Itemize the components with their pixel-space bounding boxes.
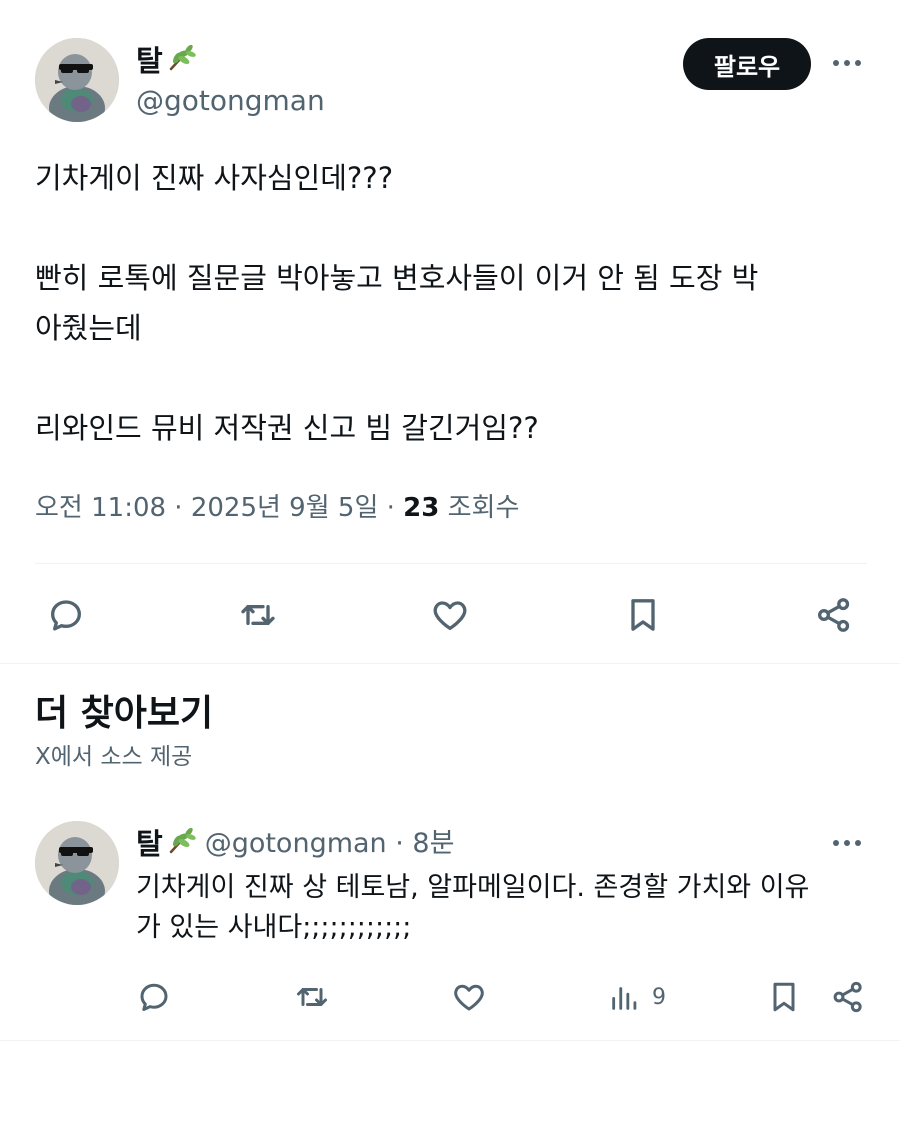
tweet-line: [35, 353, 875, 403]
reply-line: 가 있는 사내다;;;;;;;;;;;;: [136, 912, 412, 943]
retweet-icon[interactable]: [236, 593, 280, 637]
view-count: 23: [403, 493, 440, 523]
timestamp[interactable]: 오전 11:08 · 2025년 9월 5일 ·: [35, 493, 403, 523]
reply-handle-time[interactable]: @gotongman · 8분: [205, 827, 455, 861]
tweet-meta: 오전 11:08 · 2025년 9월 5일 · 23 조회수: [35, 491, 519, 525]
display-name[interactable]: 탈: [136, 42, 197, 79]
reply-more-options-icon[interactable]: [833, 840, 861, 846]
leaf-emoji-icon: [167, 825, 197, 862]
bottom-divider: [0, 1040, 900, 1041]
reply-icon[interactable]: [44, 593, 88, 637]
analytics-icon: [608, 980, 642, 1014]
follow-button[interactable]: 팔로우: [683, 38, 811, 90]
leaf-emoji-icon: [167, 42, 197, 79]
more-options-icon[interactable]: [833, 60, 861, 66]
user-handle[interactable]: @gotongman: [136, 84, 325, 118]
tweet-line: 리와인드 뮤비 저작권 신고 빔 갈긴거임??: [35, 411, 539, 445]
views-button[interactable]: 9: [608, 977, 666, 1017]
like-icon[interactable]: [428, 593, 472, 637]
pigeon-avatar-image: [35, 38, 119, 122]
like-icon[interactable]: [449, 977, 489, 1017]
tweet-line: 아줬는데: [35, 311, 142, 345]
reply-icon[interactable]: [134, 977, 174, 1017]
tweet-line: 빤히 로톡에 질문글 박아놓고 변호사들이 이거 안 됨 도장 박: [35, 261, 759, 295]
bookmark-icon[interactable]: [621, 593, 665, 637]
retweet-icon[interactable]: [292, 977, 332, 1017]
avatar[interactable]: [35, 38, 119, 122]
tweet-line: [35, 203, 875, 253]
reply-avatar[interactable]: [35, 821, 119, 905]
display-name-text: 탈: [136, 43, 163, 78]
bookmark-icon[interactable]: [764, 977, 804, 1017]
discover-subtitle: X에서 소스 제공: [35, 744, 193, 770]
pigeon-avatar-image: [35, 821, 119, 905]
tweet-line: 기차게이 진짜 사자심인데???: [35, 161, 394, 195]
share-icon[interactable]: [812, 593, 856, 637]
divider: [35, 563, 867, 564]
reply-header: 탈 @gotongman · 8분: [136, 825, 454, 862]
reply-line: 기차게이 진짜 상 테토남, 알파메일이다. 존경할 가치와 이유: [136, 872, 810, 903]
share-icon[interactable]: [828, 977, 868, 1017]
discover-title: 더 찾아보기: [35, 693, 214, 734]
views-count: 9: [652, 984, 666, 1010]
reply-text: 기차게이 진짜 상 테토남, 알파메일이다. 존경할 가치와 이유 가 있는 사…: [136, 868, 876, 948]
reply-display-name-text: 탈: [136, 826, 163, 861]
section-divider: [0, 663, 900, 664]
view-label: 조회수: [439, 493, 520, 523]
tweet-text: 기차게이 진짜 사자심인데??? 빤히 로톡에 질문글 박아놓고 변호사들이 이…: [35, 153, 875, 453]
reply-display-name[interactable]: 탈: [136, 825, 197, 862]
